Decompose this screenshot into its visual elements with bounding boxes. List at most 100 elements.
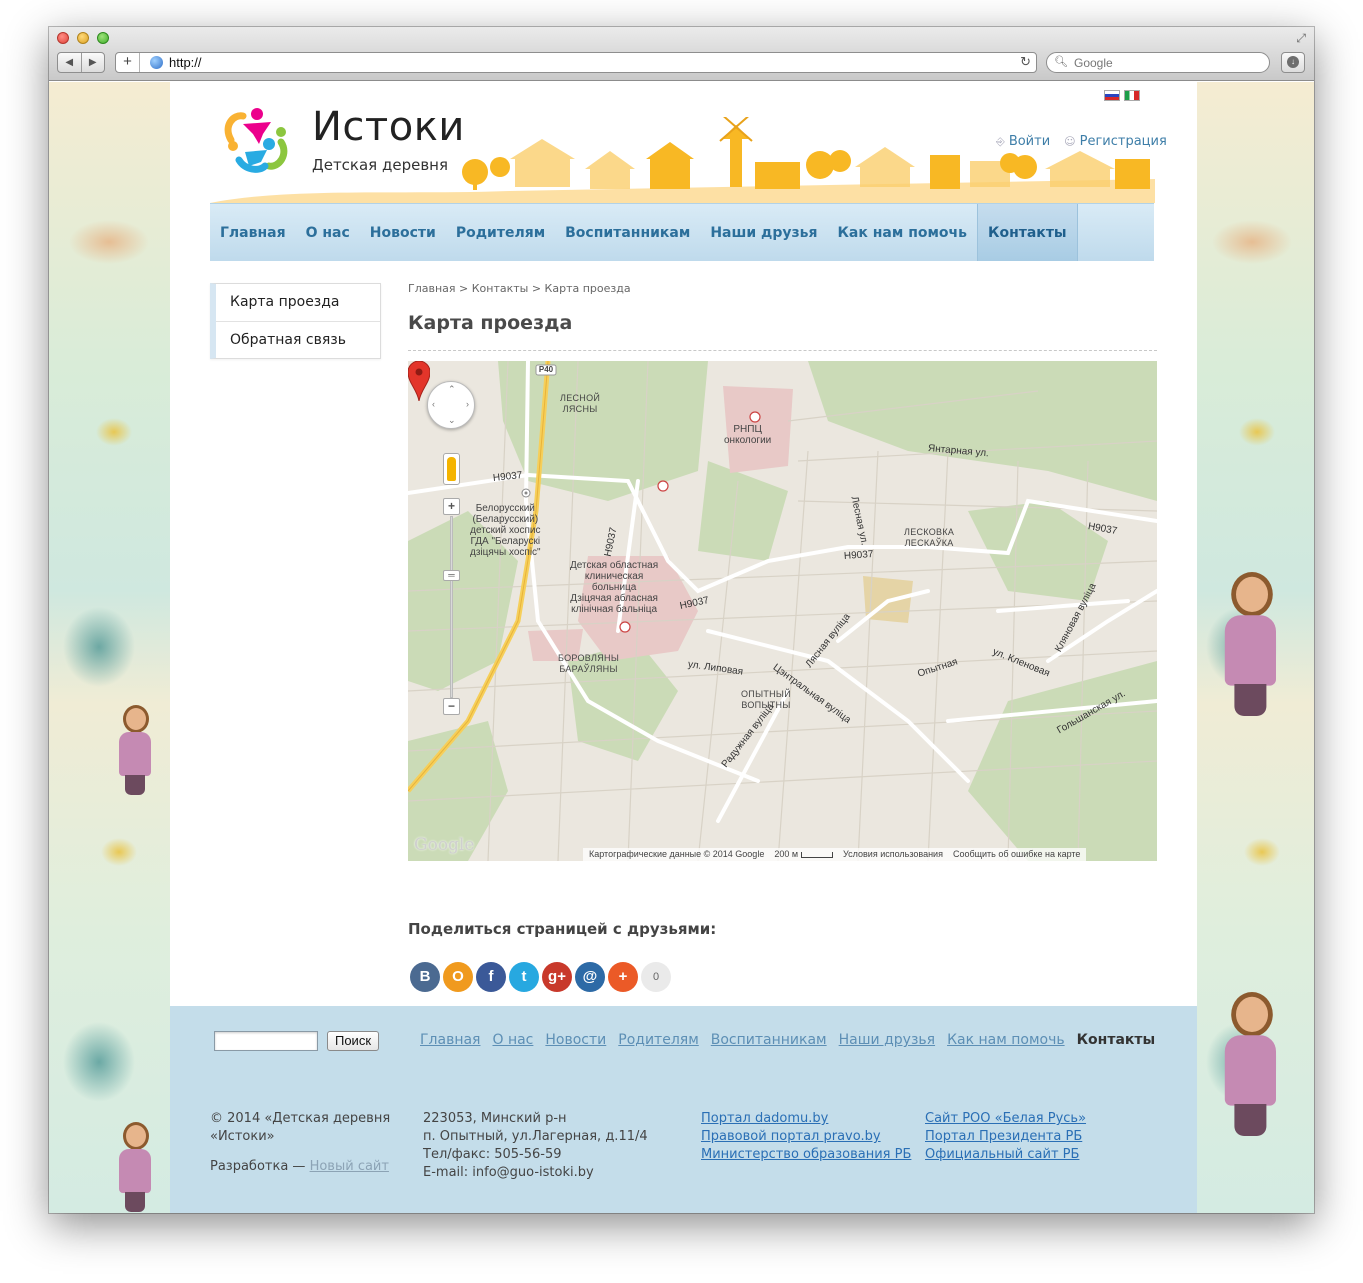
share-twitter-icon[interactable]: t — [509, 962, 539, 992]
zoom-out-button[interactable]: − — [443, 698, 460, 715]
footer-menu-friends[interactable]: Наши друзья — [839, 1032, 935, 1048]
footer-menu-pupils[interactable]: Воспитанникам — [711, 1032, 827, 1048]
flag-ru-icon[interactable] — [1104, 90, 1120, 101]
footer-menu-news[interactable]: Новости — [545, 1032, 606, 1048]
map-scale: 200 м — [774, 848, 834, 861]
map-label-n9037-east: Н9037 — [843, 548, 874, 562]
address-bar[interactable]: + http:// ↻ — [115, 52, 1037, 73]
map-attribution: Картографические данные © 2014 Google 20… — [583, 848, 1087, 861]
browser-search-field[interactable]: 🔍︎ Google — [1046, 52, 1270, 73]
site-subtitle: Детская деревня — [312, 156, 448, 174]
map-label-leskovka: ЛЕСКОВКА ЛЕСКАЎКА — [904, 527, 955, 548]
logo-icon[interactable] — [219, 104, 293, 178]
zoom-slider-track[interactable] — [450, 516, 453, 698]
footer-links-2: Сайт РОО «Белая Русь» Портал Президента … — [925, 1110, 1086, 1164]
downloads-button[interactable]: ↓ — [1281, 52, 1305, 73]
flag-it-icon[interactable] — [1124, 90, 1140, 101]
link-edu-ministry[interactable]: Министерство образования РБ — [701, 1146, 911, 1164]
menu-item-home[interactable]: Главная — [210, 204, 296, 261]
share-more-icon[interactable]: + — [608, 962, 638, 992]
menu-item-pupils[interactable]: Воспитанникам — [555, 204, 700, 261]
link-belaya-rus[interactable]: Сайт РОО «Белая Русь» — [925, 1110, 1086, 1128]
developer-link[interactable]: Новый сайт — [310, 1159, 389, 1174]
globe-icon — [150, 56, 163, 69]
copyright-line-2: «Истоки» — [210, 1129, 275, 1144]
register-link[interactable]: ☺ Регистрация — [1064, 134, 1167, 149]
login-link[interactable]: ⎆ Войти — [996, 134, 1050, 149]
map-scale-label: 200 м — [774, 849, 799, 859]
footer-address: 223053, Минский р-н п. Опытный, ул.Лагер… — [423, 1110, 648, 1182]
login-icon: ⎆ — [996, 135, 1005, 148]
link-dadomu[interactable]: Портал dadomu.by — [701, 1110, 911, 1128]
map-label-borovlyany: БОРОВЛЯНЫ БАРАЎЛЯНЫ — [558, 653, 620, 674]
footer-menu-parents[interactable]: Родителям — [618, 1032, 699, 1048]
footer-search-input[interactable] — [214, 1031, 318, 1051]
menu-item-contacts[interactable]: Контакты — [977, 204, 1078, 261]
scale-bar-icon — [801, 851, 834, 858]
zoom-slider-thumb[interactable]: ═ — [443, 570, 460, 581]
link-president[interactable]: Портал Президента РБ — [925, 1128, 1086, 1146]
footer-search-button[interactable]: Поиск — [327, 1031, 379, 1051]
link-official-site[interactable]: Официальный сайт РБ — [925, 1146, 1086, 1164]
share-mail-icon[interactable]: @ — [575, 962, 605, 992]
zoom-in-button[interactable]: + — [443, 498, 460, 515]
background-left — [49, 82, 171, 1213]
forward-icon[interactable]: ▶ — [82, 53, 105, 72]
share-facebook-icon[interactable]: f — [476, 962, 506, 992]
email: E-mail: info@guo-istoki.by — [423, 1165, 594, 1180]
map-marker-icon[interactable] — [408, 361, 430, 401]
auth-links: ⎆ Войти ☺ Регистрация — [996, 134, 1167, 149]
site-title[interactable]: Истоки — [312, 104, 465, 150]
map-label-lesnoy: ЛЕСНОЙ ЛЯСНЫ — [560, 393, 601, 414]
menu-item-about[interactable]: О нас — [296, 204, 360, 261]
google-logo[interactable]: Google — [414, 835, 474, 855]
share-vk-icon[interactable]: В — [410, 962, 440, 992]
address-line: п. Опытный, ул.Лагерная, д.11/4 — [423, 1129, 648, 1144]
add-bookmark-icon[interactable]: + — [116, 53, 140, 72]
share-count: 0 — [641, 962, 671, 992]
download-icon: ↓ — [1287, 56, 1299, 68]
page-viewport[interactable]: Истоки Детская деревня ⎆ Войти ☺ Регистрац… — [49, 82, 1314, 1213]
address-line: 223053, Минский р-н — [423, 1111, 567, 1126]
share-title: Поделиться страницей с друзьями: — [408, 920, 717, 938]
map-terms-link[interactable]: Условия использования — [843, 848, 943, 861]
link-pravo[interactable]: Правовой портал pravo.by — [701, 1128, 911, 1146]
breadcrumb[interactable]: Главная > Контакты > Карта проезда — [408, 282, 631, 295]
register-label[interactable]: Регистрация — [1080, 134, 1167, 149]
page-content: Истоки Детская деревня ⎆ Войти ☺ Регистрац… — [170, 82, 1197, 1213]
menu-item-news[interactable]: Новости — [360, 204, 446, 261]
footer-menu-about[interactable]: О нас — [492, 1032, 533, 1048]
footer-menu-contacts[interactable]: Контакты — [1077, 1032, 1156, 1048]
search-placeholder: Google — [1074, 56, 1113, 70]
login-label[interactable]: Войти — [1009, 134, 1050, 149]
map-report-link[interactable]: Сообщить об ошибке на карте — [953, 848, 1080, 861]
url-text[interactable]: http:// — [169, 55, 202, 70]
map-label-rnpc: РНПЦ онкологии — [724, 424, 772, 446]
main-menu: Главная О нас Новости Родителям Воспитан… — [210, 203, 1154, 261]
sidebar-item-map[interactable]: Карта проезда — [216, 284, 380, 321]
language-switcher — [1104, 90, 1140, 101]
menu-item-friends[interactable]: Наши друзья — [700, 204, 827, 261]
zoom-window-button[interactable] — [97, 32, 109, 44]
street-view-pegman-icon[interactable] — [443, 453, 460, 485]
developer-prefix: Разработка — — [210, 1159, 310, 1174]
google-map[interactable]: P40 ЛЕСНОЙ ЛЯСНЫ РНПЦ онкологии Янтарная… — [408, 361, 1157, 861]
share-google-plus-icon[interactable]: g+ — [542, 962, 572, 992]
minimize-window-button[interactable] — [77, 32, 89, 44]
footer-menu-home[interactable]: Главная — [420, 1032, 480, 1048]
fullscreen-icon[interactable]: ⤢ — [1296, 31, 1306, 46]
child-illustration — [111, 705, 157, 795]
page-title: Карта проезда — [408, 312, 573, 334]
menu-item-help[interactable]: Как нам помочь — [827, 204, 977, 261]
copyright-line-1: © 2014 «Детская деревня — [210, 1111, 391, 1126]
reload-icon[interactable]: ↻ — [1020, 54, 1031, 70]
map-pan-control[interactable]: ⌃ ⌄ ‹ › — [427, 381, 475, 429]
close-window-button[interactable] — [57, 32, 69, 44]
share-odnoklassniki-icon[interactable]: О — [443, 962, 473, 992]
map-zoom-control: + ═ − — [443, 498, 460, 716]
back-icon[interactable]: ◀ — [58, 53, 82, 72]
sidebar-item-feedback[interactable]: Обратная связь — [216, 321, 380, 358]
map-label-road-p40: P40 — [538, 365, 554, 374]
menu-item-parents[interactable]: Родителям — [446, 204, 555, 261]
footer-menu-help[interactable]: Как нам помочь — [947, 1032, 1065, 1048]
